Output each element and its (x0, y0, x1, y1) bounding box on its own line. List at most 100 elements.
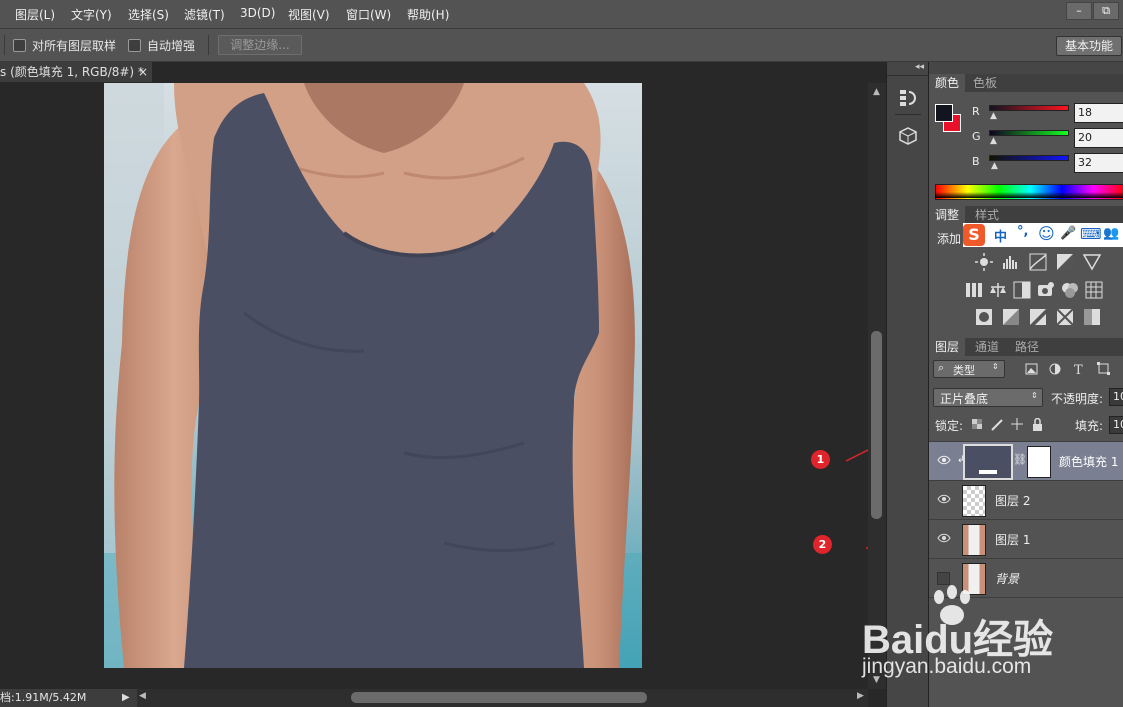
layer-thumb-photo (962, 524, 986, 556)
auto-enhance-label: 自动增强 (147, 39, 196, 53)
divider (4, 35, 5, 55)
menu-help[interactable]: 帮助(H) (407, 6, 449, 23)
baidu-watermark: Baidu经验 jingyan.baidu.com (862, 585, 1122, 683)
photo-filter-icon (1038, 282, 1054, 296)
document-canvas[interactable] (104, 83, 642, 668)
tab-layers[interactable]: 图层 (929, 338, 966, 356)
channel-g-input[interactable]: 20 (1074, 128, 1123, 148)
invert-icon (976, 309, 992, 325)
channel-r-thumb-icon[interactable]: ▲ (990, 111, 997, 121)
sample-all-layers-label: 对所有图层取样 (32, 39, 117, 53)
status-bar: 档:1.91M/5.42M ▶ (0, 689, 137, 707)
menu-view[interactable]: 视图(V) (288, 6, 330, 23)
svg-text:T: T (1074, 363, 1083, 376)
lock-icons (972, 418, 1042, 431)
fill-slider-glyph (979, 470, 997, 474)
workspace-button[interactable]: 基本功能 (1056, 36, 1122, 56)
layer-row-1[interactable]: 图层 1 (929, 519, 1123, 558)
fill-label: 填充: (1075, 419, 1104, 433)
foreground-color-swatch[interactable] (935, 104, 953, 122)
eye-icon[interactable] (937, 454, 951, 466)
layer-row-color-fill[interactable]: ↲ ⛓ 颜色填充 1 (929, 441, 1123, 480)
layer-name: 颜色填充 1 (1059, 455, 1119, 469)
tab-channels[interactable]: 通道 (969, 338, 1005, 356)
ime-punctuation[interactable]: °, (1017, 224, 1028, 239)
status-menu-icon[interactable]: ▶ (122, 689, 130, 707)
channel-b-slider[interactable] (989, 155, 1069, 161)
tab-swatches[interactable]: 色板 (967, 74, 1003, 92)
lock-brush-icon (991, 419, 1003, 431)
menu-select[interactable]: 选择(S) (128, 6, 169, 23)
color-balance-icon (990, 283, 1006, 297)
ime-emoji-icon[interactable]: ☺ (1038, 224, 1055, 243)
color-panel-tabs: 颜色 色板 (929, 74, 1123, 92)
watermark-url: jingyan.baidu.com (862, 655, 1032, 678)
document-tab[interactable]: s (颜色填充 1, RGB/8#) * × (0, 62, 152, 82)
horizontal-scrollbar[interactable]: ◀ ▶ (137, 689, 868, 707)
vertical-scrollbar[interactable]: ▲ ▼ (868, 83, 886, 689)
properties-3d-icon[interactable] (899, 127, 917, 145)
blend-mode-value: 正片叠底 (940, 392, 989, 406)
gradient-map-icon (1084, 309, 1100, 325)
layer-row-2[interactable]: 图层 2 (929, 480, 1123, 519)
threshold-icon (1030, 309, 1046, 325)
channel-r-input[interactable]: 18 (1074, 103, 1123, 123)
refine-edge-button[interactable]: 调整边缘... (218, 35, 302, 55)
ime-keyboard-icon[interactable]: ⌨ (1080, 225, 1102, 243)
sogou-logo-icon[interactable]: S (963, 224, 985, 246)
layer-thumb-fill (963, 444, 1013, 480)
tab-color[interactable]: 颜色 (929, 74, 966, 92)
menu-window[interactable]: 窗口(W) (346, 6, 391, 23)
channel-g-slider[interactable] (989, 130, 1069, 136)
doc-size: 档:1.91M/5.42M (0, 691, 87, 704)
channel-r-slider[interactable] (989, 105, 1069, 111)
layer-filter-select[interactable]: ⌕ 类型 ⇕ (933, 360, 1005, 378)
eye-icon[interactable] (937, 532, 951, 544)
panel-header (929, 62, 1123, 74)
adjustment-icons-row-1 (975, 253, 1102, 271)
minimize-button[interactable]: – (1066, 2, 1092, 20)
layers-panel-tabs: 图层 通道 路径 (929, 338, 1123, 356)
auto-enhance-checkbox[interactable] (128, 39, 141, 52)
lock-all-icon (1033, 418, 1042, 431)
sample-all-layers-checkbox[interactable] (13, 39, 26, 52)
collapse-dock-icon[interactable]: ◂◂ (915, 62, 924, 72)
tab-styles[interactable]: 样式 (969, 206, 1005, 224)
layer-mask-thumb[interactable] (1027, 446, 1051, 478)
channel-b-input[interactable]: 32 (1074, 153, 1123, 173)
fill-input[interactable]: 10 (1109, 416, 1123, 434)
ime-chinese-mode[interactable]: 中 (994, 226, 1007, 245)
menu-layer[interactable]: 图层(L) (15, 6, 55, 23)
scroll-left-icon[interactable]: ◀ (139, 691, 146, 701)
blend-mode-select[interactable]: 正片叠底 ⇕ (933, 388, 1043, 407)
scroll-right-icon[interactable]: ▶ (857, 691, 864, 701)
adjustment-icons-row-3 (976, 308, 1100, 326)
hue-saturation-icon (966, 283, 982, 297)
tab-adjustments[interactable]: 调整 (929, 206, 966, 224)
history-icon[interactable] (899, 88, 917, 108)
curves-icon (1029, 253, 1047, 271)
selective-color-icon (1056, 308, 1074, 326)
ime-user-icon[interactable]: 👥 (1103, 226, 1119, 241)
layer-name: 图层 1 (995, 533, 1031, 547)
menu-filter[interactable]: 滤镜(T) (184, 6, 225, 23)
channel-b-thumb-icon[interactable]: ▲ (991, 161, 998, 171)
menu-bar: 图层(L) 文字(Y) 选择(S) 滤镜(T) 3D(D) 视图(V) 窗口(W… (0, 0, 1123, 29)
menu-3d[interactable]: 3D(D) (240, 6, 275, 20)
close-tab-icon[interactable]: × (138, 62, 148, 82)
opacity-input[interactable]: 10 (1109, 388, 1123, 406)
menu-type[interactable]: 文字(Y) (71, 6, 112, 23)
chevron-updown-icon: ⇕ (992, 362, 999, 371)
ime-voice-icon[interactable]: 🎤 (1060, 226, 1076, 241)
layer-filter-value: 类型 (953, 364, 975, 377)
lock-transparent-icon (972, 419, 982, 429)
search-icon: ⌕ (938, 361, 945, 374)
tab-paths[interactable]: 路径 (1009, 338, 1045, 356)
lock-move-icon (1011, 418, 1023, 430)
scroll-up-icon[interactable]: ▲ (873, 87, 880, 97)
vertical-scroll-thumb[interactable] (871, 331, 882, 519)
channel-g-thumb-icon[interactable]: ▲ (990, 136, 997, 146)
eye-icon[interactable] (937, 493, 951, 505)
restore-button[interactable]: ⧉ (1093, 2, 1119, 20)
horizontal-scroll-thumb[interactable] (351, 692, 647, 703)
